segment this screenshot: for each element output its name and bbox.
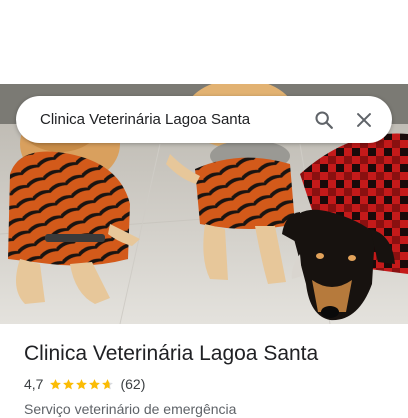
place-info: Clinica Veterinária Lagoa Santa 4,7 (62)… bbox=[24, 340, 394, 418]
star-icon bbox=[102, 378, 114, 389]
place-title: Clinica Veterinária Lagoa Santa bbox=[24, 342, 319, 365]
search-button[interactable] bbox=[304, 100, 344, 140]
rating-row[interactable]: 4,7 (62) bbox=[24, 374, 394, 394]
search-input[interactable]: Clinica Veterinária Lagoa Santa bbox=[40, 111, 304, 128]
clear-search-button[interactable] bbox=[344, 100, 384, 140]
place-category: Serviço veterinário de emergência bbox=[24, 401, 237, 417]
star-icon bbox=[63, 378, 75, 389]
star-rating bbox=[49, 378, 114, 391]
rating-value: 4,7 bbox=[24, 376, 44, 392]
star-icon bbox=[76, 378, 88, 389]
star-icon bbox=[50, 378, 62, 389]
star-icon bbox=[89, 378, 101, 389]
review-count[interactable]: (62) bbox=[120, 376, 145, 392]
top-spacer bbox=[0, 0, 408, 84]
search-icon bbox=[315, 110, 333, 129]
search-bar[interactable]: Clinica Veterinária Lagoa Santa bbox=[16, 96, 392, 143]
close-icon bbox=[357, 112, 371, 127]
